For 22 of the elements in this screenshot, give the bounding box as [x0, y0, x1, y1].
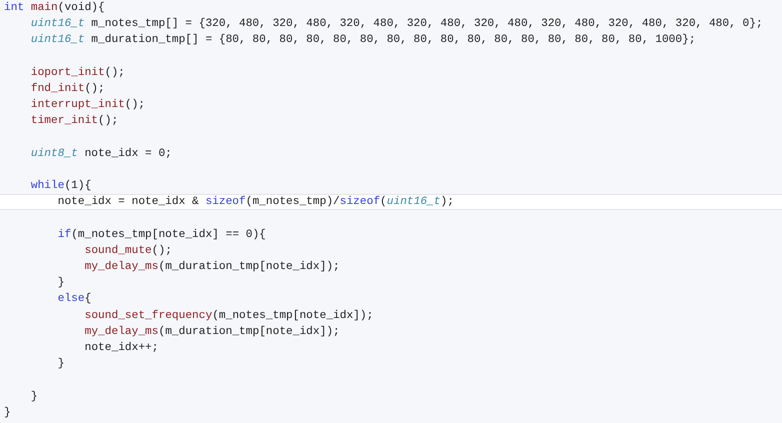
- code-line: int main(void){: [4, 2, 105, 14]
- code-line: note_idx++;: [84, 342, 158, 354]
- code-line: sound_mute();: [84, 244, 172, 257]
- code-line: }: [58, 277, 64, 290]
- code-line: uint16_t m_notes_tmp[] = {320, 480, 320, 480, 320, 480, 320, 480, 320, 480, 320, 480, 320, 480, 320, 480, 0};: [30, 18, 763, 30]
- code-line: ioport_init();: [30, 66, 125, 79]
- code-line: }: [58, 358, 64, 370]
- code-line: my_delay_ms(m_duration_tmp[note_idx]);: [84, 326, 340, 338]
- code-line: else{: [58, 293, 92, 306]
- code-line: interrupt_init();: [30, 99, 146, 112]
- code-editor[interactable]: [0, 0, 782, 423]
- code-line: uint8_t note_idx = 0;: [30, 148, 172, 160]
- code-line: timer_init();: [30, 115, 118, 128]
- code-line: }: [4, 406, 11, 419]
- code-line: my_delay_ms(m_duration_tmp[note_idx]);: [84, 261, 340, 273]
- code-line: if(m_notes_tmp[note_idx] == 0){: [58, 228, 266, 241]
- code-line: }: [30, 390, 38, 402]
- code-line: uint16_t m_duration_tmp[] = {80, 80, 80, 80, 80, 80, 80, 80, 80, 80, 80, 80, 80, 80, 80, 80, 1000};: [30, 34, 696, 46]
- code-line: while(1){: [30, 180, 92, 192]
- code-line: fnd_init();: [30, 82, 105, 95]
- code-line: sound_set_frequency(m_notes_tmp[note_idx]);: [84, 310, 374, 322]
- code-line: note_idx = note_idx & sizeof(m_notes_tmp)/sizeof(uint16_t);: [58, 196, 454, 208]
